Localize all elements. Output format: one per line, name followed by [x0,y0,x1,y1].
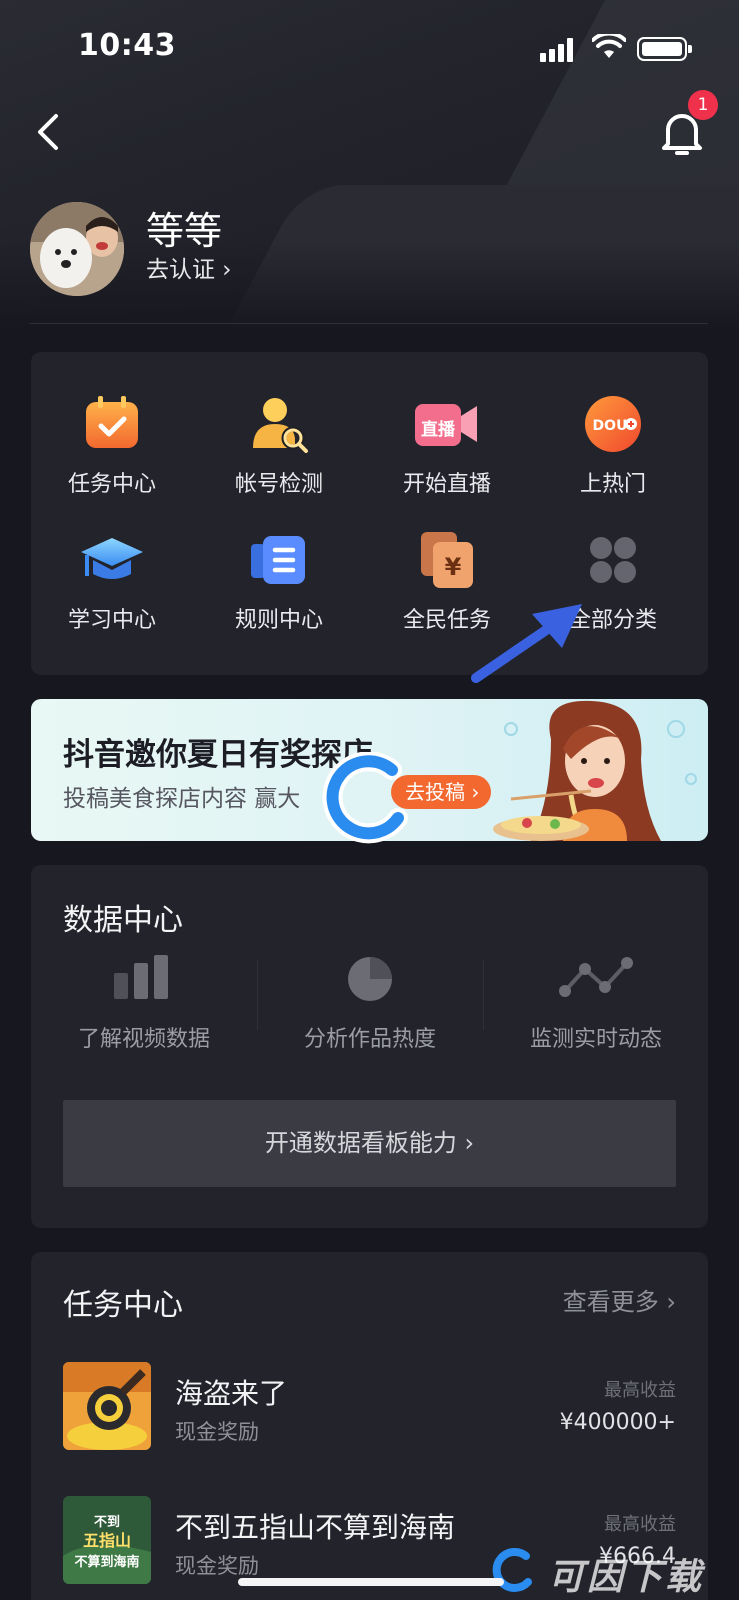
task-reward: 现金奖励 [175,1420,259,1444]
corner-watermark: 可因下载 [488,1540,738,1600]
task-thumbnail [63,1362,151,1450]
svg-text:¥: ¥ [445,553,462,581]
tool-dou-plus[interactable]: DOU 上热门 [533,394,693,498]
pie-chart-icon [257,955,483,1005]
tool-label: 帐号检测 [234,472,323,497]
data-item-video[interactable]: 了解视频数据 [31,955,257,1053]
notification-badge: 1 [688,90,718,120]
tool-task-center[interactable]: 任务中心 [32,394,192,498]
task-reward: 现金奖励 [175,1554,259,1578]
data-item-heat[interactable]: 分析作品热度 [257,955,483,1053]
task-max-label: 最高收益 [604,1380,676,1401]
svg-text:直播: 直播 [421,419,456,440]
banner-subtitle: 投稿美食探店内容 赢大 [63,786,301,812]
dou-plus-icon: DOU [583,394,643,454]
divider [30,323,708,324]
watermark-logo-icon [322,752,408,844]
calendar-check-icon [82,394,142,454]
data-item-label: 了解视频数据 [77,1027,210,1052]
data-item-realtime[interactable]: 监测实时动态 [483,955,709,1053]
task-amount: ¥400000+ [559,1410,676,1435]
back-arrow-icon[interactable] [32,110,72,154]
svg-text:不算到海南: 不算到海南 [74,1554,139,1570]
yuan-cards-icon: ¥ [417,530,477,590]
tool-rules-center[interactable]: 规则中心 [199,530,359,634]
svg-text:不到: 不到 [94,1515,120,1530]
verify-link[interactable]: 去认证 › [146,250,232,284]
tool-label: 上热门 [579,472,646,497]
view-more-link[interactable]: 查看更多 › [563,1282,676,1317]
battery-icon [637,37,692,61]
tool-label: 学习中心 [67,608,156,633]
profile-name: 等等 [146,209,223,253]
task-max-label: 最高收益 [604,1514,676,1535]
tool-learning-center[interactable]: 学习中心 [32,530,192,634]
avatar[interactable] [30,202,124,296]
data-item-label: 监测实时动态 [529,1027,662,1052]
live-camera-icon: 直播 [415,394,477,454]
signal-icon [540,36,580,62]
watermark-c-icon [492,1548,532,1592]
tool-label: 开始直播 [402,472,491,497]
svg-text:DOU: DOU [593,418,628,434]
task-center-title: 任务中心 [63,1288,183,1323]
grid-dots-icon [583,530,643,590]
tools-card: 任务中心 帐号检测 直播 开始直播 DOU 上热门 学习中心 规则中心 ¥ 全民… [31,352,708,675]
wifi-icon [592,34,626,58]
graduation-cap-icon [81,530,143,590]
task-name: 海盗来了 [175,1377,288,1410]
watermark-text: 可因下载 [548,1557,705,1598]
rules-book-icon [249,530,309,590]
data-center-title: 数据中心 [63,903,183,938]
line-trend-icon [483,955,709,1005]
open-data-board-button[interactable]: 开通数据看板能力 › [63,1100,676,1187]
status-time: 10:43 [78,28,176,63]
banner-illustration [493,700,697,841]
bar-chart-icon [31,955,257,1005]
tool-account-check[interactable]: 帐号检测 [199,394,359,498]
home-indicator[interactable] [238,1578,504,1586]
task-thumbnail: 不到 五指山 不算到海南 [63,1496,151,1584]
svg-text:五指山: 五指山 [83,1531,131,1550]
task-name: 不到五指山不算到海南 [175,1511,456,1544]
annotation-arrow-icon [471,604,582,683]
data-center-card: 数据中心 了解视频数据 分析作品热度 监测实时动态 开通数据看板能力 › [31,865,708,1228]
tool-label: 任务中心 [67,472,156,497]
tool-label: 规则中心 [234,608,323,633]
tool-start-live[interactable]: 直播 开始直播 [367,394,527,498]
status-bar: 10:43 [0,0,739,90]
data-item-label: 分析作品热度 [303,1027,436,1052]
task-row[interactable]: 海盗来了 现金奖励 最高收益 ¥400000+ [63,1362,676,1450]
user-search-icon [249,394,309,454]
